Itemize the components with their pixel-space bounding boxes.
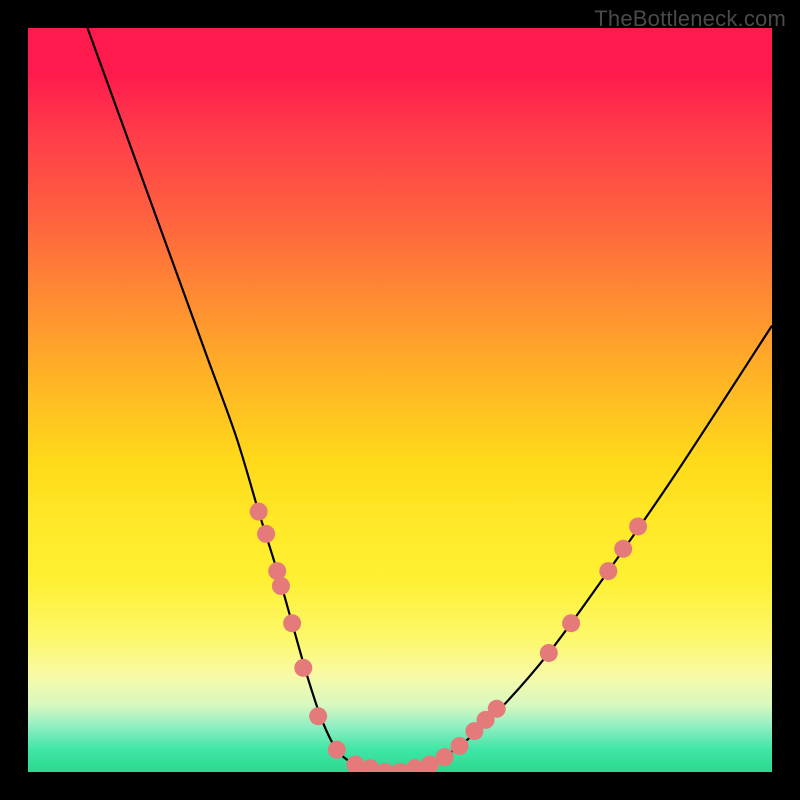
chart-frame: TheBottleneck.com [0, 0, 800, 800]
chart-svg [28, 28, 772, 772]
scatter-point [283, 614, 301, 632]
scatter-point [488, 700, 506, 718]
scatter-markers [250, 503, 647, 772]
scatter-point [599, 562, 617, 580]
scatter-point [614, 540, 632, 558]
scatter-point [451, 737, 469, 755]
scatter-point [562, 614, 580, 632]
scatter-point [328, 741, 346, 759]
scatter-point [257, 525, 275, 543]
scatter-point [309, 707, 327, 725]
scatter-point [250, 503, 268, 521]
bottleneck-curve [88, 28, 772, 772]
scatter-point [294, 659, 312, 677]
scatter-point [629, 517, 647, 535]
scatter-point [272, 577, 290, 595]
plot-area [28, 28, 772, 772]
scatter-point [436, 748, 454, 766]
scatter-point [540, 644, 558, 662]
watermark-text: TheBottleneck.com [594, 6, 786, 32]
